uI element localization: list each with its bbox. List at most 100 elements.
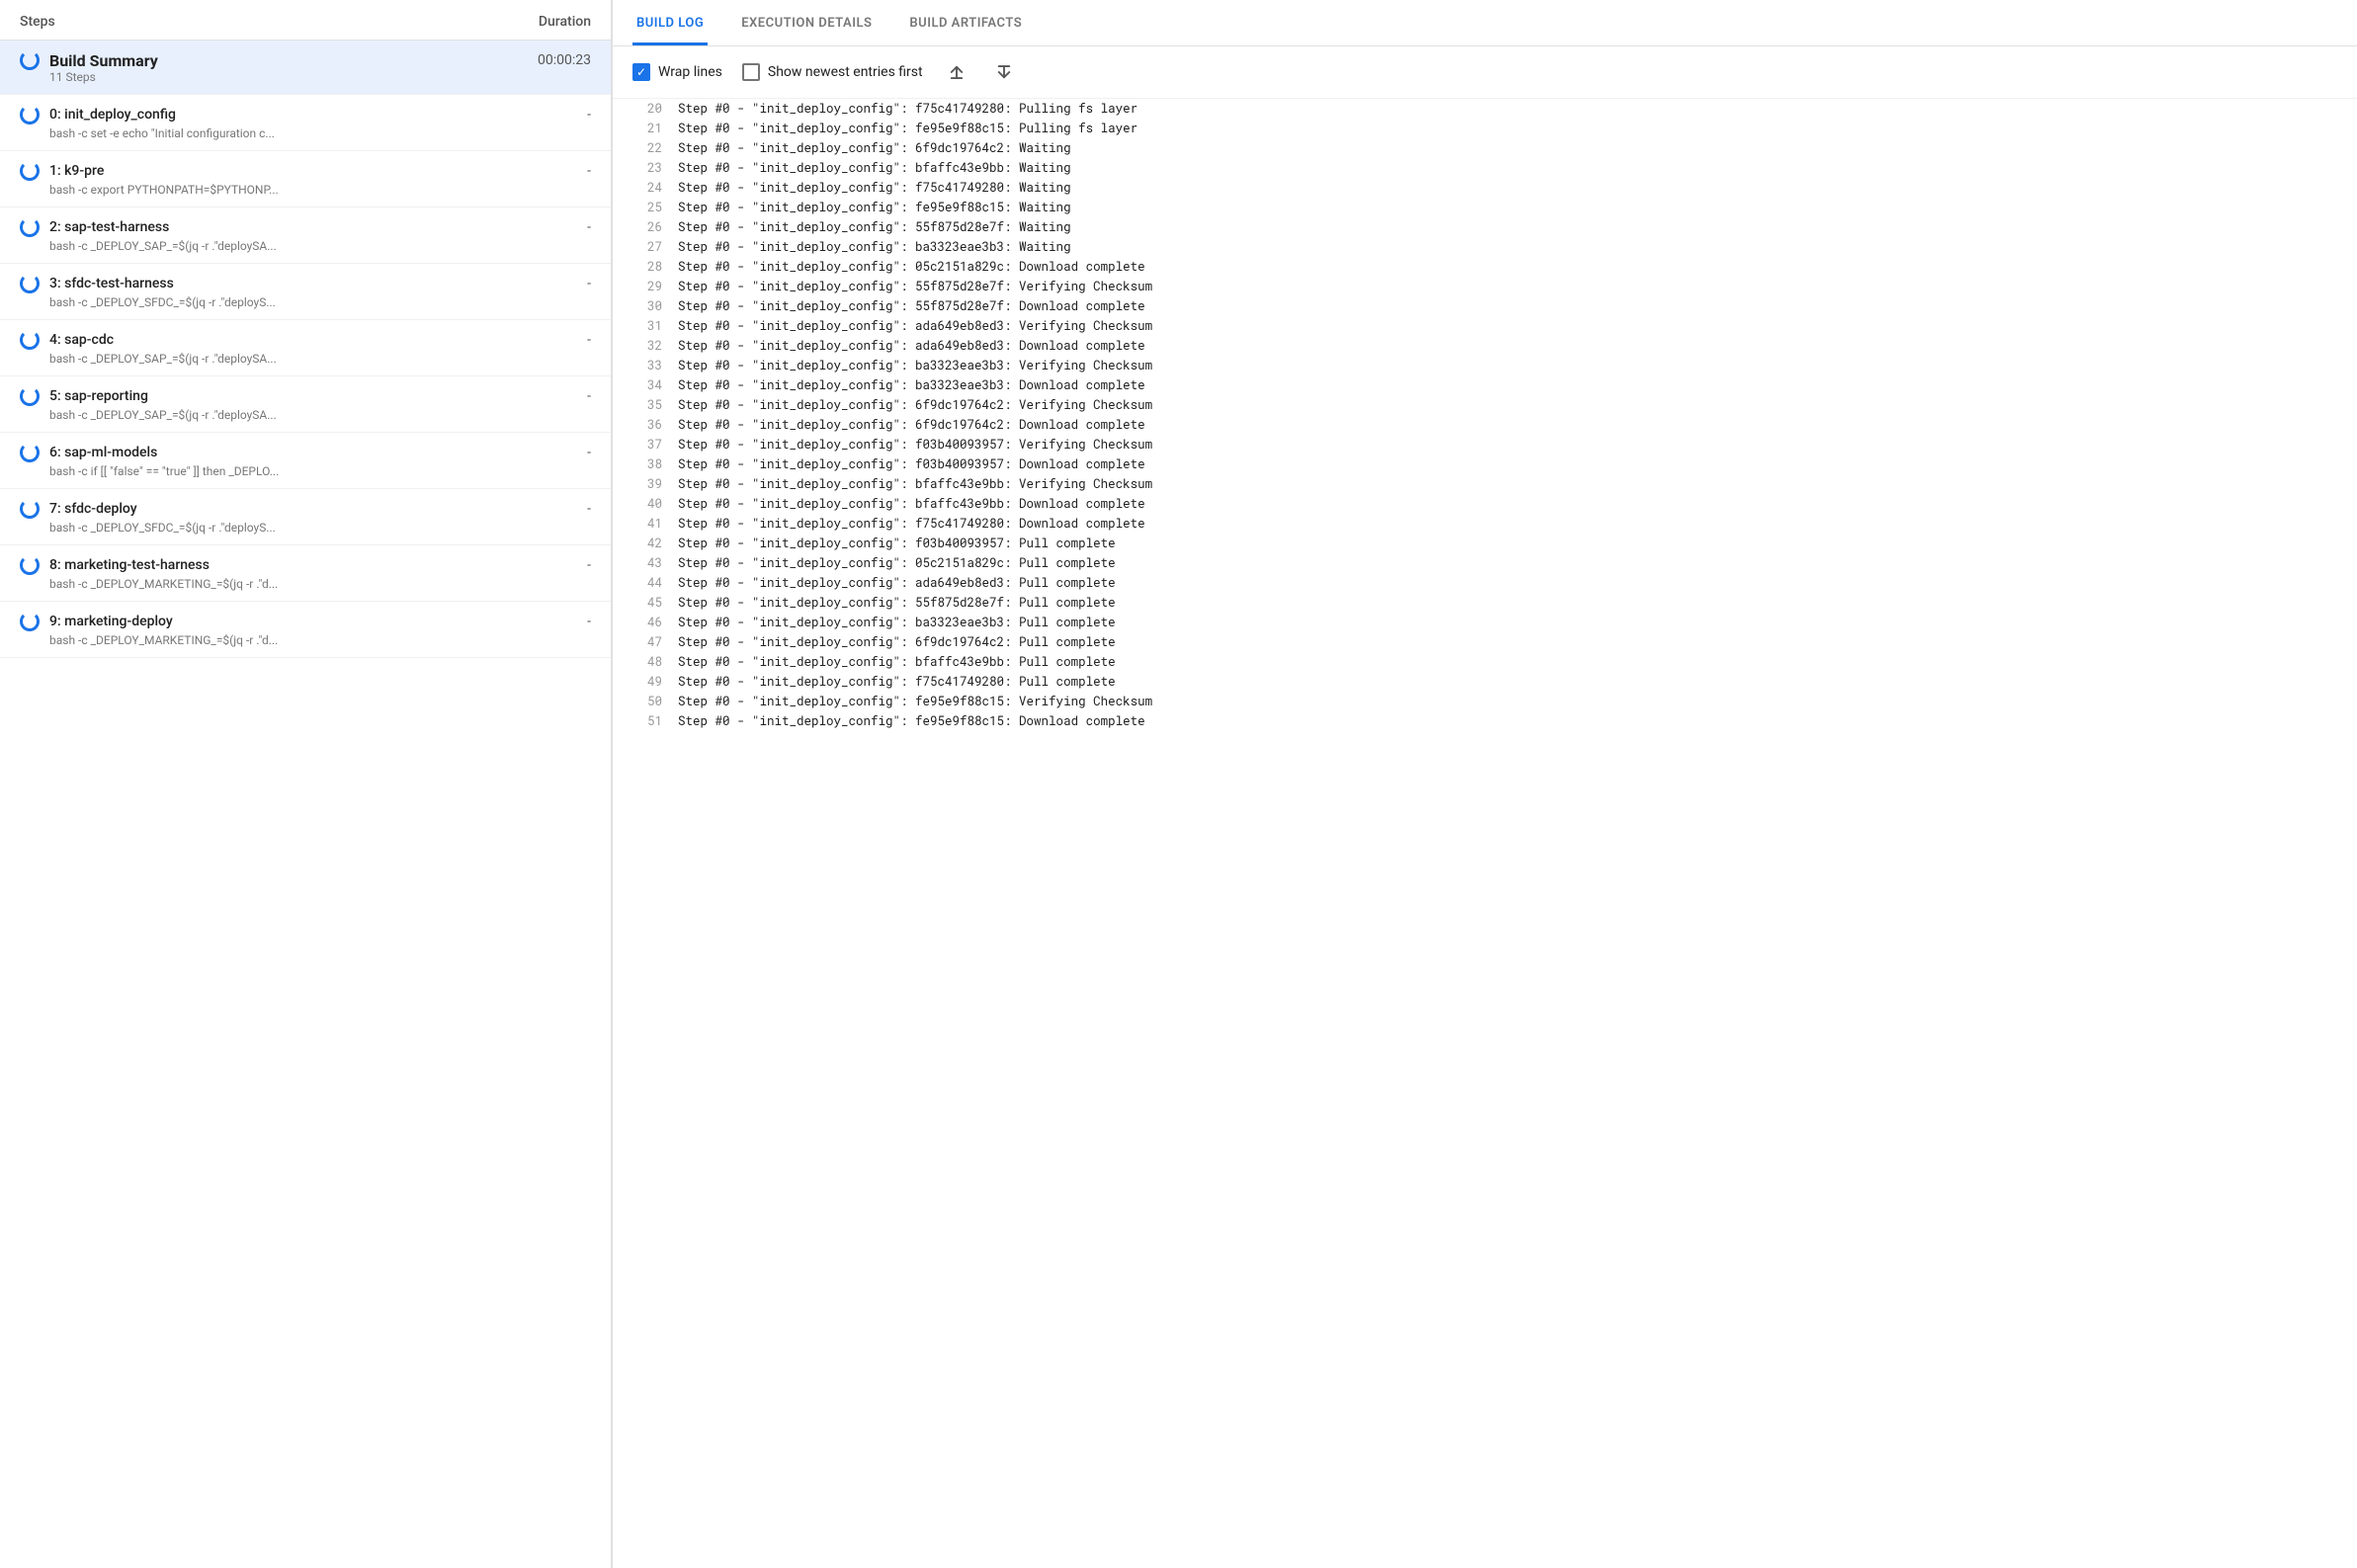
log-line-number: 20 [632, 99, 662, 119]
step-item[interactable]: 4: sap-cdc-bash -c _DEPLOY_SAP_=$(jq -r … [0, 320, 611, 376]
log-line-text: Step #0 - "init_deploy_config": bfaffc43… [678, 652, 1116, 672]
log-line-text: Step #0 - "init_deploy_config": f03b4009… [678, 454, 1145, 474]
step-item[interactable]: 0: init_deploy_config - bash -c set -e ech… [0, 95, 611, 151]
log-line-number: 38 [632, 454, 662, 474]
log-line-text: Step #0 - "init_deploy_config": 6f9dc197… [678, 415, 1145, 435]
show-newest-checkbox[interactable] [742, 63, 760, 81]
step-item[interactable]: 3: sfdc-test-harness-bash -c _DEPLOY_SFD… [0, 264, 611, 320]
log-line-number: 25 [632, 198, 662, 217]
step-subtitle: bash -c if [[ "false" == "true" ]] then … [49, 464, 544, 478]
log-line: 40Step #0 - "init_deploy_config": bfaffc… [613, 494, 2357, 514]
log-line: 48Step #0 - "init_deploy_config": bfaffc… [613, 652, 2357, 672]
step-subtitle: bash -c _DEPLOY_MARKETING_=$(jq -r ."d..… [49, 577, 544, 591]
step-item[interactable]: 8: marketing-test-harness-bash -c _DEPLO… [0, 545, 611, 602]
step-item[interactable]: 6: sap-ml-models-bash -c if [[ "false" =… [0, 433, 611, 489]
log-line-text: Step #0 - "init_deploy_config": 55f875d2… [678, 277, 1152, 296]
tab-build-log[interactable]: BUILD LOG [632, 0, 708, 45]
step-spinner [20, 105, 40, 124]
log-line: 47Step #0 - "init_deploy_config": 6f9dc1… [613, 632, 2357, 652]
log-line: 24Step #0 - "init_deploy_config": f75c41… [613, 178, 2357, 198]
log-line-number: 39 [632, 474, 662, 494]
step-item[interactable]: 9: marketing-deploy-bash -c _DEPLOY_MARK… [0, 602, 611, 658]
show-newest-label: Show newest entries first [768, 64, 923, 80]
step-item[interactable]: 2: sap-test-harness-bash -c _DEPLOY_SAP_… [0, 207, 611, 264]
log-line-number: 40 [632, 494, 662, 514]
log-line: 38 Step #0 - "init_deploy_config": f03b40… [613, 454, 2357, 474]
log-line-text: Step #0 - "init_deploy_config": 55f875d2… [678, 296, 1145, 316]
log-line-text: Step #0 - "init_deploy_config": ba3323ea… [678, 375, 1145, 395]
log-line: 32Step #0 - "init_deploy_config": ada649… [613, 336, 2357, 356]
show-newest-checkbox-label[interactable]: Show newest entries first [742, 63, 923, 81]
log-line-text: Step #0 - "init_deploy_config": 55f875d2… [678, 217, 1071, 237]
step-item[interactable]: 7: sfdc-deploy-bash -c _DEPLOY_SFDC_=$(j… [0, 489, 611, 545]
log-line-number: 32 [632, 336, 662, 356]
steps-list: Build Summary 00:00:23 11 Steps 0: init_… [0, 41, 611, 1568]
step-item[interactable]: 5: sap-reporting-bash -c _DEPLOY_SAP_=$(… [0, 376, 611, 433]
log-line-text: Step #0 - "init_deploy_config": fe95e9f8… [678, 692, 1152, 711]
log-line-text: Step #0 - "init_deploy_config": fe95e9f8… [678, 119, 1137, 138]
log-line-number: 31 [632, 316, 662, 336]
step-spinner [20, 612, 40, 631]
log-line-number: 34 [632, 375, 662, 395]
wrap-lines-label: Wrap lines [658, 64, 722, 80]
step-name: 5: sap-reporting [49, 388, 148, 404]
step-name: 1: k9-pre [49, 163, 104, 179]
scroll-top-button[interactable] [943, 58, 970, 86]
log-line-text: Step #0 - "init_deploy_config": bfaffc43… [678, 474, 1152, 494]
log-line: 37Step #0 - "init_deploy_config": f03b40… [613, 435, 2357, 454]
log-line-number: 27 [632, 237, 662, 257]
log-line: 27 Step #0 - "init_deploy_config": ba3323… [613, 237, 2357, 257]
log-line-text: Step #0 - "init_deploy_config": 05c2151a… [678, 257, 1145, 277]
log-line-text: Step #0 - "init_deploy_config": ba3323ea… [678, 613, 1116, 632]
step-name: 9: marketing-deploy [49, 614, 173, 629]
log-line: 33Step #0 - "init_deploy_config": ba3323… [613, 356, 2357, 375]
step-duration: - [587, 163, 591, 179]
step-item[interactable]: 1: k9-pre - bash -c export PYTHONPATH=$PYT… [0, 151, 611, 207]
step-subtitle: bash -c _DEPLOY_SFDC_=$(jq -r ."deployS.… [49, 521, 544, 535]
step-spinner [20, 555, 40, 575]
steps-label: Steps [20, 14, 55, 30]
log-line: 31Step #0 - "init_deploy_config": ada649… [613, 316, 2357, 336]
log-line: 25Step #0 - "init_deploy_config": fe95e9… [613, 198, 2357, 217]
log-line: 22 Step #0 - "init_deploy_config": 6f9dc1… [613, 138, 2357, 158]
log-line-text: Step #0 - "init_deploy_config": 6f9dc197… [678, 632, 1116, 652]
log-line: 35Step #0 - "init_deploy_config": 6f9dc1… [613, 395, 2357, 415]
log-line-text: Step #0 - "init_deploy_config": f03b4009… [678, 435, 1152, 454]
step-name: 8: marketing-test-harness [49, 557, 210, 573]
log-line-text: Step #0 - "init_deploy_config": ada649eb… [678, 573, 1116, 593]
log-line: 49Step #0 - "init_deploy_config": f75c41… [613, 672, 2357, 692]
log-line-number: 22 [632, 138, 662, 158]
log-line: 23Step #0 - "init_deploy_config": bfaffc… [613, 158, 2357, 178]
step-duration: - [587, 107, 591, 123]
duration-label: Duration [539, 14, 591, 30]
log-line: 41Step #0 - "init_deploy_config": f75c41… [613, 514, 2357, 534]
step-subtitle: bash -c _DEPLOY_SAP_=$(jq -r ."deploySA.… [49, 352, 544, 366]
log-line-text: Step #0 - "init_deploy_config": 05c2151a… [678, 553, 1116, 573]
log-line-text: Step #0 - "init_deploy_config": fe95e9f8… [678, 711, 1145, 731]
wrap-lines-checkbox[interactable]: ✓ [632, 63, 650, 81]
log-line-text: Step #0 - "init_deploy_config": ba3323ea… [678, 356, 1152, 375]
step-name: 0: init_deploy_config [49, 107, 176, 123]
step-spinner [20, 443, 40, 462]
step-spinner [20, 274, 40, 293]
log-line-text: Step #0 - "init_deploy_config": ba3323ea… [678, 237, 1071, 257]
log-line-number: 42 [632, 534, 662, 553]
scroll-bottom-button[interactable] [990, 58, 1018, 86]
log-line-number: 46 [632, 613, 662, 632]
log-line: 28Step #0 - "init_deploy_config": 05c215… [613, 257, 2357, 277]
build-summary-item[interactable]: Build Summary 00:00:23 11 Steps [0, 41, 611, 95]
step-subtitle: bash -c export PYTHONPATH=$PYTHONP... [49, 183, 544, 197]
tab-execution-details[interactable]: EXECUTION DETAILS [737, 0, 876, 45]
log-line-number: 30 [632, 296, 662, 316]
log-line-number: 35 [632, 395, 662, 415]
step-name: 7: sfdc-deploy [49, 501, 137, 517]
log-line: 30 Step #0 - "init_deploy_config": 55f875… [613, 296, 2357, 316]
tab-build-artifacts[interactable]: BUILD ARTIFACTS [905, 0, 1026, 45]
step-subtitle: bash -c set -e echo "Initial configurati… [49, 126, 544, 140]
step-spinner [20, 161, 40, 181]
log-line-number: 41 [632, 514, 662, 534]
log-line: 21Step #0 - "init_deploy_config": fe95e9… [613, 119, 2357, 138]
log-line-text: Step #0 - "init_deploy_config": 6f9dc197… [678, 138, 1071, 158]
wrap-lines-checkbox-label[interactable]: ✓ Wrap lines [632, 63, 722, 81]
build-summary-spinner [20, 50, 40, 70]
